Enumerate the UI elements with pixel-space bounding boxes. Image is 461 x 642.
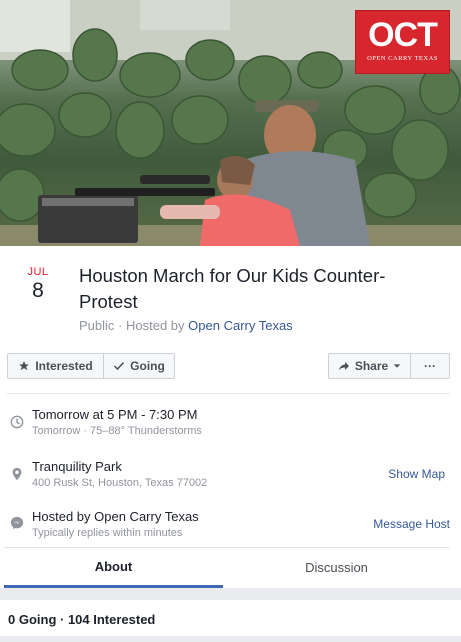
more-options-button[interactable]: ··· <box>410 353 450 379</box>
going-button[interactable]: Going <box>103 353 175 379</box>
event-tabs: About Discussion <box>4 547 450 588</box>
section-separator <box>0 588 461 600</box>
event-meta: Public · Hosted by Open Carry Texas <box>79 318 293 333</box>
going-label: Going <box>130 359 165 373</box>
event-privacy: Public <box>79 318 115 333</box>
star-icon <box>19 361 30 371</box>
event-weather: Tomorrow · 75–88° Thunderstorms <box>32 425 202 437</box>
tab-about[interactable]: About <box>4 548 223 588</box>
event-title: Houston March for Our Kids Counter-Prote… <box>79 265 386 312</box>
event-location-row: Tranquility Park 400 Rusk St, Houston, T… <box>7 457 450 493</box>
event-date: JUL 8 <box>22 266 54 304</box>
event-month: JUL <box>27 266 49 278</box>
logo-text: OCT <box>368 16 438 54</box>
host-response-time: Typically replies within minutes <box>32 527 183 539</box>
interested-label: Interested <box>35 359 93 373</box>
event-time: Tomorrow at 5 PM - 7:30 PM <box>32 407 198 422</box>
divider <box>7 393 450 394</box>
host-link[interactable]: Open Carry Texas <box>188 318 293 333</box>
location-pin-icon <box>12 467 22 481</box>
section-separator-bottom <box>0 636 461 642</box>
message-host-link[interactable]: Message Host <box>373 517 450 531</box>
messenger-icon <box>10 516 24 530</box>
tab-discussion[interactable]: Discussion <box>227 548 446 588</box>
location-address: 400 Rusk St, Houston, Texas 77002 <box>32 477 208 489</box>
share-arrow-icon <box>338 362 349 371</box>
checkmark-icon <box>114 361 125 371</box>
share-button[interactable]: Share <box>328 353 411 379</box>
clock-icon <box>10 415 24 429</box>
logo-subtext: OPEN CARRY TEXAS <box>367 55 438 62</box>
cover-photo: OCT OPEN CARRY TEXAS <box>0 0 461 246</box>
more-options-icon: ··· <box>424 359 436 373</box>
event-host-row: Hosted by Open Carry Texas Typically rep… <box>7 507 450 543</box>
open-carry-texas-logo: OCT OPEN CARRY TEXAS <box>355 10 450 74</box>
going-interested-count[interactable]: 0 Going · 104 Interested <box>8 612 155 627</box>
share-label: Share <box>354 359 389 373</box>
event-time-row: Tomorrow at 5 PM - 7:30 PM Tomorrow · 75… <box>7 405 450 441</box>
hosted-by-prefix: · Hosted by <box>118 318 185 333</box>
event-day: 8 <box>32 279 44 302</box>
caret-down-icon <box>393 364 401 368</box>
interested-button[interactable]: Interested <box>7 353 104 379</box>
hosted-by-text: Hosted by Open Carry Texas <box>32 509 199 524</box>
location-name[interactable]: Tranquility Park <box>32 459 122 474</box>
show-map-link[interactable]: Show Map <box>388 467 445 481</box>
